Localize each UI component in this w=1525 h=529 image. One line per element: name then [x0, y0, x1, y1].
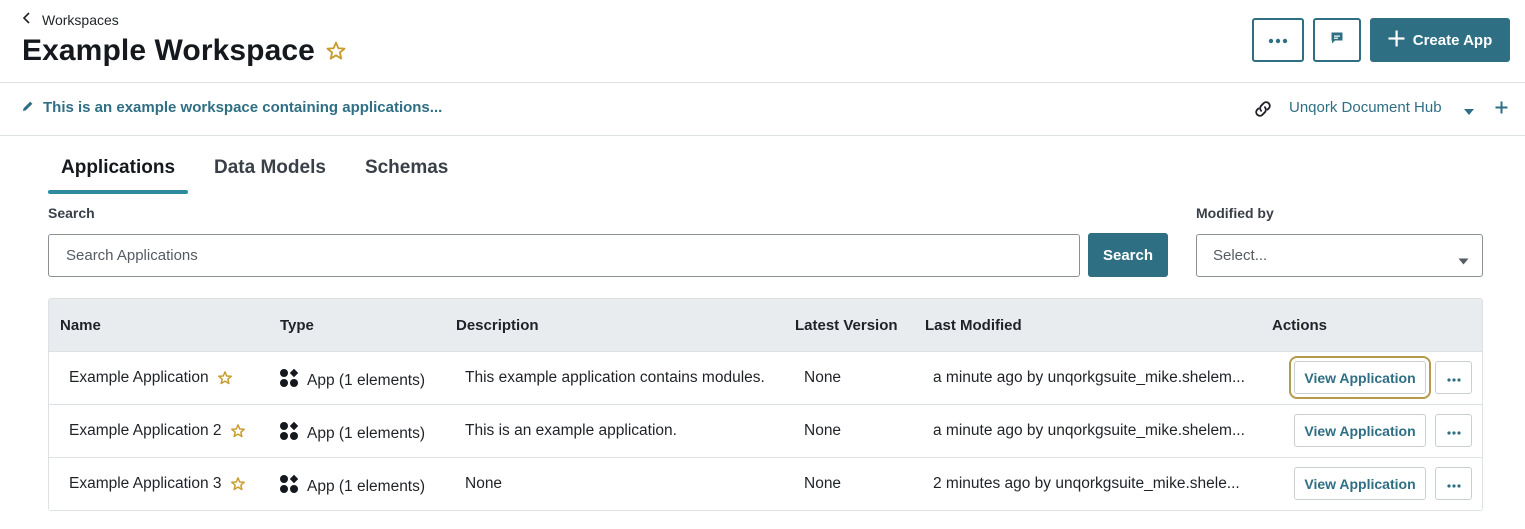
- search-button[interactable]: Search: [1088, 233, 1168, 277]
- document-hub-select[interactable]: Unqork Document Hub: [1289, 99, 1442, 116]
- column-header-name: Name: [60, 317, 101, 334]
- ellipsis-icon: [1268, 31, 1288, 49]
- app-latest-version: None: [804, 369, 842, 386]
- tab-applications[interactable]: Applications: [48, 136, 189, 194]
- row-more-options-button[interactable]: [1435, 467, 1472, 500]
- app-latest-version: None: [804, 475, 842, 492]
- pencil-icon: [22, 99, 34, 116]
- more-options-button[interactable]: [1252, 18, 1304, 62]
- back-link-label: Workspaces: [42, 11, 119, 28]
- chevron-left-icon: [20, 11, 34, 28]
- link-icon[interactable]: [1252, 98, 1274, 120]
- app-description: This is an example application.: [465, 422, 677, 439]
- view-application-button[interactable]: View Application: [1294, 467, 1426, 500]
- comment-icon: [1330, 31, 1344, 50]
- app-type-cell: App (1 elements): [279, 421, 425, 446]
- table-row: Example Application 2 App (1 elements) T…: [49, 405, 1482, 458]
- workspace-description: This is an example workspace containing …: [43, 99, 443, 116]
- create-app-button[interactable]: Create App: [1370, 18, 1510, 62]
- modified-by-label: Modified by: [1196, 205, 1274, 221]
- app-name[interactable]: Example Application 2: [69, 422, 222, 440]
- favorite-star-icon[interactable]: [217, 370, 233, 386]
- app-name-cell: Example Application 3: [69, 475, 246, 493]
- app-description: None: [465, 475, 503, 492]
- app-last-modified: 2 minutes ago by unqorkgsuite_mike.shele…: [933, 475, 1240, 492]
- table-row: Example Application 3 App (1 elements) N…: [49, 458, 1482, 510]
- app-name-cell: Example Application 2: [69, 422, 246, 440]
- ellipsis-icon: [1446, 369, 1461, 387]
- comments-button[interactable]: [1313, 18, 1361, 62]
- search-input[interactable]: [48, 234, 1080, 277]
- caret-down-icon: [1458, 252, 1469, 269]
- column-header-latest-version: Latest Version: [795, 317, 898, 334]
- edit-description-link[interactable]: This is an example workspace containing …: [22, 99, 442, 116]
- app-type: App (1 elements): [307, 424, 426, 442]
- app-grid-icon: [279, 421, 299, 446]
- view-application-button[interactable]: View Application: [1289, 356, 1431, 399]
- view-application-button[interactable]: View Application: [1294, 414, 1426, 447]
- app-last-modified: a minute ago by unqorkgsuite_mike.shelem…: [933, 422, 1245, 439]
- app-grid-icon: [279, 368, 299, 393]
- column-header-last-modified: Last Modified: [925, 317, 1022, 334]
- add-hub-plus-icon[interactable]: [1495, 101, 1508, 119]
- table-row: Example Application App (1 elements) Thi…: [49, 352, 1482, 405]
- workspace-tabs: Applications Data Models Schemas: [48, 136, 474, 196]
- favorite-star-icon[interactable]: [230, 476, 246, 492]
- favorite-star-icon[interactable]: [230, 423, 246, 439]
- caret-down-icon[interactable]: [1463, 103, 1475, 121]
- column-header-description: Description: [456, 317, 539, 334]
- app-last-modified: a minute ago by unqorkgsuite_mike.shelem…: [933, 369, 1245, 386]
- app-type: App (1 elements): [307, 477, 426, 495]
- app-latest-version: None: [804, 422, 842, 439]
- ellipsis-icon: [1446, 475, 1461, 493]
- applications-table: Name Type Description Latest Version Las…: [48, 298, 1483, 511]
- app-type-cell: App (1 elements): [279, 474, 425, 499]
- tab-schemas[interactable]: Schemas: [352, 136, 461, 194]
- column-header-type: Type: [280, 317, 314, 334]
- app-name-cell: Example Application: [69, 369, 233, 387]
- workspace-description-bar: This is an example workspace containing …: [0, 83, 1525, 136]
- modified-by-select[interactable]: Select...: [1196, 234, 1483, 277]
- back-to-workspaces-link[interactable]: Workspaces: [20, 11, 119, 28]
- row-more-options-button[interactable]: [1435, 361, 1472, 394]
- document-hub-label: Unqork Document Hub: [1289, 99, 1442, 116]
- table-header: Name Type Description Latest Version Las…: [49, 299, 1482, 352]
- create-app-label: Create App: [1412, 31, 1493, 49]
- page-header: Workspaces Example Workspace Create App: [0, 0, 1525, 83]
- plus-icon: [1388, 30, 1405, 51]
- search-label: Search: [48, 205, 95, 221]
- row-more-options-button[interactable]: [1435, 414, 1472, 447]
- app-grid-icon: [279, 474, 299, 499]
- tab-data-models[interactable]: Data Models: [201, 136, 339, 194]
- workspace-title: Example Workspace: [22, 34, 315, 67]
- app-name[interactable]: Example Application 3: [69, 475, 222, 493]
- app-description: This example application contains module…: [465, 369, 765, 386]
- app-type-cell: App (1 elements): [279, 368, 425, 393]
- column-header-actions: Actions: [1272, 317, 1328, 334]
- app-name[interactable]: Example Application: [69, 369, 209, 387]
- page-title: Example Workspace: [22, 34, 347, 68]
- ellipsis-icon: [1446, 422, 1461, 440]
- app-type: App (1 elements): [307, 371, 426, 389]
- modified-by-placeholder: Select...: [1213, 247, 1268, 264]
- favorite-star-icon[interactable]: [325, 40, 347, 62]
